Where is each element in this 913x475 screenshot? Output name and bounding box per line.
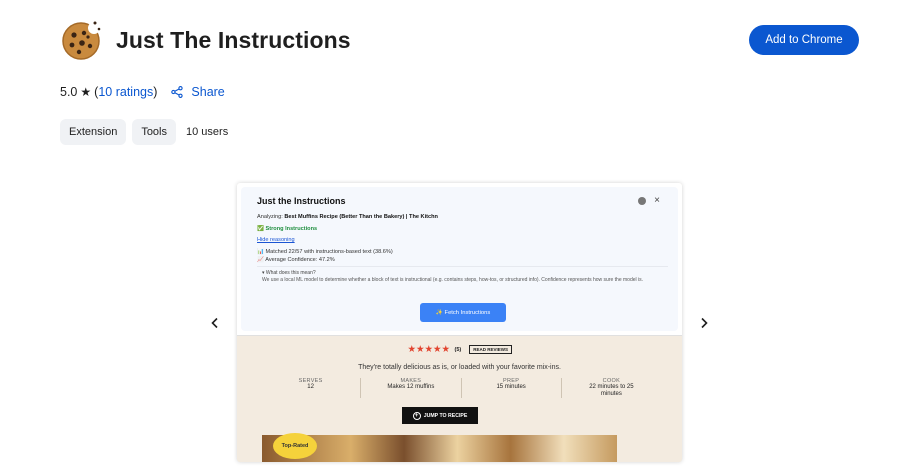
category-chips: Extension Tools 10 users [60, 119, 228, 145]
rating-row: 5.0 ★ ( 10 ratings ) Share [60, 84, 225, 100]
recipe-rating: ★★★★★ (5) READ REVIEWS [237, 344, 682, 355]
rating-score: 5.0 [60, 85, 78, 99]
read-reviews-button: READ REVIEWS [469, 345, 513, 354]
meta-value: 12 [307, 384, 314, 390]
explanation-body: We use a local ML model to determine whe… [262, 277, 644, 283]
share-label: Share [191, 85, 225, 99]
extension-header: Just The Instructions [60, 18, 351, 62]
status-line: ✅ Strong Instructions [257, 226, 318, 232]
chip-tools[interactable]: Tools [132, 119, 176, 145]
analyzing-line: Analyzing: Best Muffins Recipe (Better T… [257, 214, 438, 220]
star-icon: ★ [80, 85, 92, 99]
share-icon [171, 86, 184, 98]
popup-panel: Just the Instructions × Analyzing: Best … [241, 187, 678, 331]
extension-popup: Just the Instructions × Analyzing: Best … [237, 183, 682, 336]
carousel-next-button[interactable] [694, 313, 714, 333]
meta-makes: MAKES Makes 12 muffins [361, 378, 462, 398]
popup-controls: × [638, 195, 660, 206]
review-count: (5) [454, 346, 462, 353]
top-rated-badge: Top-Rated [273, 433, 317, 459]
ratings-link[interactable]: 10 ratings [98, 85, 153, 99]
chevron-left-icon [211, 317, 218, 329]
screenshot-preview[interactable]: Just the Instructions × Analyzing: Best … [237, 183, 682, 462]
jump-to-recipe-button: + JUMP TO RECIPE [402, 407, 478, 424]
popup-title: Just the Instructions [257, 196, 346, 206]
recipe-stars: ★★★★★ [407, 344, 451, 355]
meta-prep: PREP 15 minutes [462, 378, 562, 398]
jump-label: JUMP TO RECIPE [423, 412, 468, 419]
meta-cook: COOK 22 minutes to 25 minutes [562, 378, 661, 398]
hide-reasoning-link: Hide reasoning [257, 237, 295, 243]
share-button[interactable]: Share [171, 85, 225, 99]
ratings-paren-close: ) [153, 85, 158, 99]
chevron-right-icon [701, 317, 708, 329]
app-title: Just The Instructions [116, 26, 351, 53]
explanation-box: ▾ What does this mean? We use a local ML… [257, 266, 668, 295]
meta-value: 15 minutes [496, 384, 526, 390]
close-icon: × [654, 195, 660, 206]
matched-line: 📊 Matched 22/57 with instructions-based … [257, 249, 393, 255]
cookie-icon [62, 21, 101, 60]
carousel-prev-button[interactable] [205, 313, 225, 333]
settings-icon [638, 196, 647, 205]
fetch-instructions-button: ✨ Fetch Instructions [420, 303, 506, 322]
add-to-chrome-button[interactable]: Add to Chrome [749, 25, 859, 55]
analyzing-label: Analyzing: [257, 214, 285, 220]
recipe-meta: SERVES 12 MAKES Makes 12 muffins PREP 15… [261, 378, 661, 398]
chip-extension[interactable]: Extension [60, 119, 127, 145]
meta-value: 22 minutes to 25 minutes [589, 384, 634, 397]
meta-value: Makes 12 muffins [387, 384, 435, 390]
explanation-title: ▾ What does this mean? [262, 270, 316, 276]
plus-circle-icon: + [412, 411, 421, 420]
analyzing-value: Best Muffins Recipe (Better Than the Bak… [284, 214, 438, 220]
confidence-line: 📈 Average Confidence: 47.2% [257, 257, 335, 263]
recipe-description: They're totally delicious as is, or load… [358, 364, 561, 371]
meta-serves: SERVES 12 [261, 378, 362, 398]
user-count: 10 users [186, 126, 229, 138]
